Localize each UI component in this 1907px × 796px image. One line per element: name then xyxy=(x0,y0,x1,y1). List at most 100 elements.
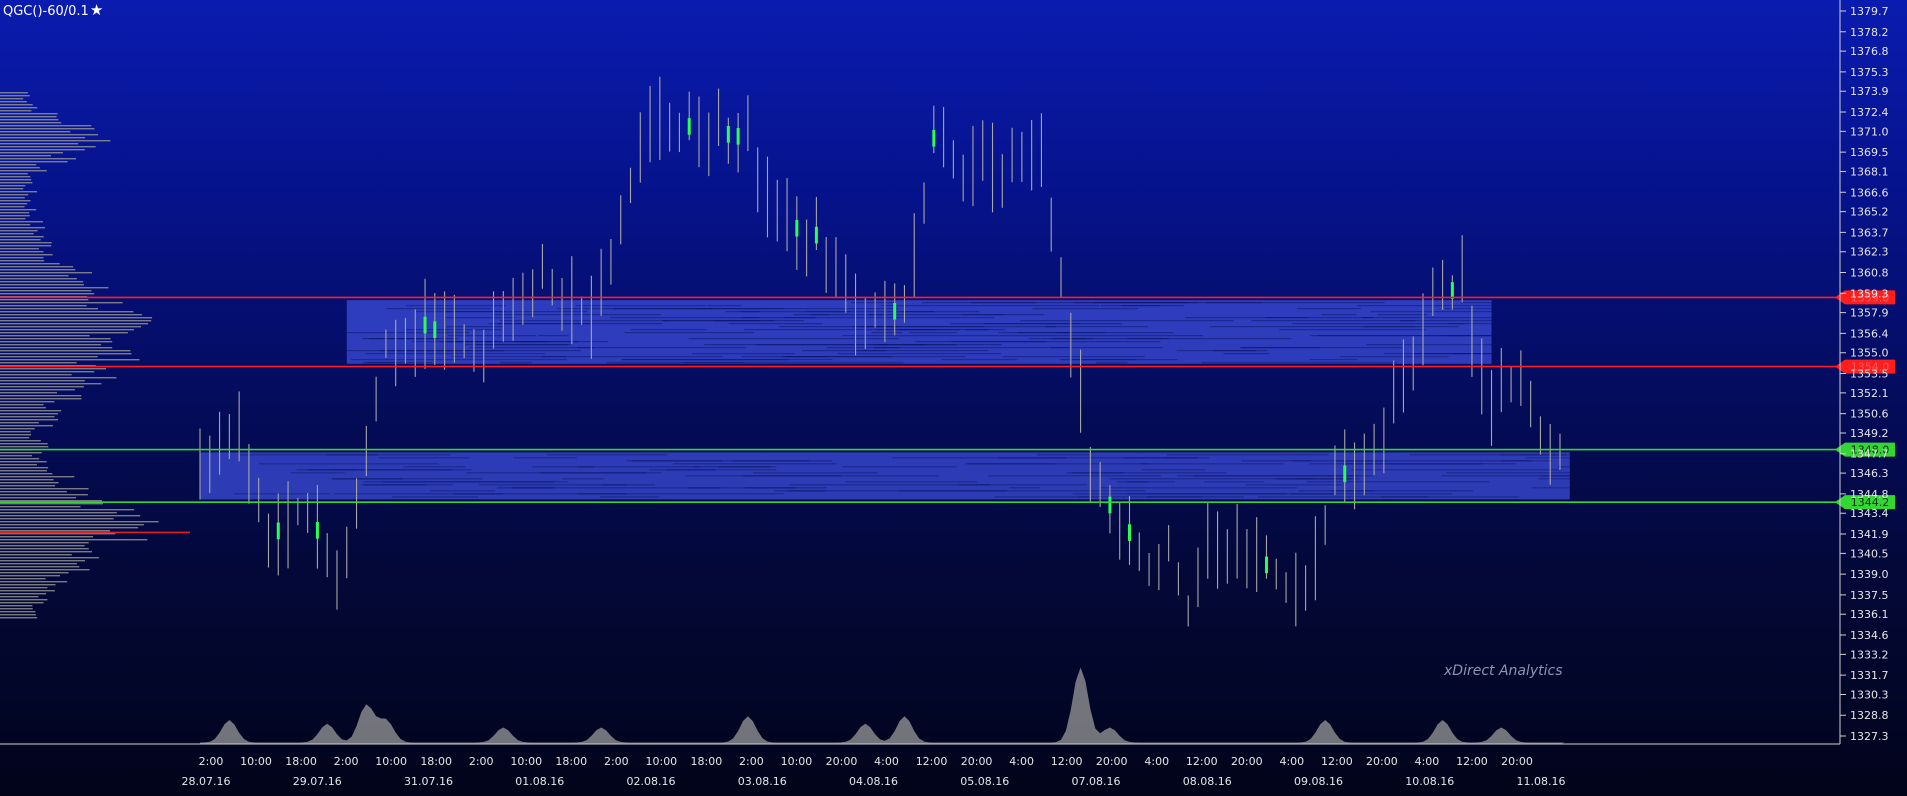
zone-texture xyxy=(837,353,1001,355)
price-chart[interactable]: 1359.01354.01348.01344.2 1379.71378.2137… xyxy=(0,0,1907,796)
zone-texture xyxy=(752,472,879,474)
volume-profile-bar xyxy=(0,110,32,112)
date-axis-label: 05.08.16 xyxy=(960,775,1009,788)
zone-texture xyxy=(1366,344,1492,346)
volume-profile-bar xyxy=(0,401,55,403)
volume-profile-bar xyxy=(0,122,62,124)
zone-texture xyxy=(921,302,1037,304)
time-axis-label: 10:00 xyxy=(240,755,272,768)
volume-profile-bar xyxy=(0,134,98,136)
zone-texture xyxy=(1193,475,1358,477)
zone-texture xyxy=(873,347,1069,349)
zone-texture xyxy=(1002,356,1145,358)
zone-texture xyxy=(898,490,1007,492)
volume-profile-bar xyxy=(0,395,82,397)
zone-texture xyxy=(429,490,496,492)
zone-texture xyxy=(1072,472,1227,474)
price-axis-label: 1363.7 xyxy=(1850,226,1889,239)
volume-profile-bar xyxy=(0,512,117,514)
zone-texture xyxy=(950,323,1081,325)
volume-profile-bar xyxy=(0,227,45,229)
price-axis-label: 1339.0 xyxy=(1850,568,1889,581)
zone-texture xyxy=(941,359,1017,361)
time-axis-label: 2:00 xyxy=(199,755,224,768)
volume-profile-bar xyxy=(0,116,57,118)
zone-texture xyxy=(488,323,593,325)
volume-profile-bar xyxy=(0,410,62,412)
watermark: xDirect Analytics xyxy=(1444,663,1563,679)
volume-profile-bar xyxy=(0,323,148,325)
zone-texture xyxy=(826,347,900,349)
volume-profile-bar xyxy=(0,146,96,148)
volume-profile-bar xyxy=(0,182,33,184)
zone-texture xyxy=(994,496,1089,498)
volume-profile-bar xyxy=(0,572,69,574)
volume-profile-bar xyxy=(0,335,90,337)
volume-profile-bar xyxy=(0,347,113,349)
price-axis-label: 1347.7 xyxy=(1850,448,1889,461)
time-axis-label: 18:00 xyxy=(691,755,723,768)
volume-profile-bar xyxy=(0,542,89,544)
price-axis-label: 1373.9 xyxy=(1850,85,1889,98)
zone-texture xyxy=(1072,359,1178,361)
zone-texture xyxy=(782,356,830,358)
volume-profile-bar xyxy=(0,416,55,418)
zone-texture xyxy=(696,308,899,310)
zone-texture xyxy=(969,463,1056,465)
volume-profile-bar xyxy=(0,179,32,181)
zone-texture xyxy=(452,493,627,495)
zone-texture xyxy=(465,472,646,474)
volume-area xyxy=(0,667,1840,745)
price-bar-highlight xyxy=(726,126,730,143)
volume-profile-bar xyxy=(0,404,44,406)
volume-profile-bar xyxy=(0,371,95,373)
zone-texture xyxy=(1246,484,1343,486)
price-axis-label: 1379.7 xyxy=(1850,5,1889,18)
volume-profile-bar xyxy=(0,446,49,448)
volume-profile-bar xyxy=(0,503,103,505)
volume-profile-bar xyxy=(0,389,75,391)
volume-profile-bar xyxy=(0,617,38,619)
date-axis-label: 28.07.16 xyxy=(182,775,231,788)
volume-profile-bar xyxy=(0,215,30,217)
price-bar-highlight xyxy=(814,226,818,244)
volume-profile-bar xyxy=(0,455,32,457)
zone-texture xyxy=(1176,350,1268,352)
zone-texture xyxy=(854,350,989,352)
volume-profile-bar xyxy=(0,563,77,565)
volume-profile-bar xyxy=(0,482,59,484)
volume-profile-bar xyxy=(0,488,89,490)
volume-profile-bar xyxy=(0,95,30,97)
volume-profile-bar xyxy=(0,419,59,421)
volume-profile-bar xyxy=(0,173,28,175)
zone-texture xyxy=(1206,302,1385,304)
price-bar-highlight xyxy=(433,321,437,338)
time-axis-label: 20:00 xyxy=(1501,755,1533,768)
volume-profile-bar xyxy=(0,230,38,232)
volume-profile xyxy=(0,92,190,619)
volume-profile-bar xyxy=(0,164,37,166)
zone-texture xyxy=(728,323,823,325)
volume-profile-bar xyxy=(0,299,89,301)
zone-texture xyxy=(879,344,957,346)
time-axis-label: 2:00 xyxy=(334,755,359,768)
volume-profile-bar xyxy=(0,140,111,142)
volume-profile-bar xyxy=(0,278,77,280)
volume-profile-bar xyxy=(0,155,51,157)
price-bar-highlight xyxy=(1127,524,1131,541)
zone-texture xyxy=(445,317,516,319)
zone-texture xyxy=(959,484,1087,486)
volume-profile-bar xyxy=(0,593,46,595)
zone-texture xyxy=(362,338,439,340)
price-axis-label: 1375.3 xyxy=(1850,66,1889,79)
zone-texture xyxy=(688,338,900,340)
volume-profile-bar xyxy=(0,461,47,463)
price-axis-label: 1352.1 xyxy=(1850,387,1889,400)
price-axis-label: 1337.5 xyxy=(1850,589,1889,602)
volume-profile-bar xyxy=(0,452,42,454)
zone-texture xyxy=(1201,362,1397,364)
volume-profile-bar xyxy=(0,356,98,358)
zone-texture xyxy=(387,308,491,310)
volume-profile-bar xyxy=(0,485,56,487)
time-axis[interactable]: 2:00 10:00 18:00 2:00 10:00 18:00 2:00 10:00 18:… xyxy=(182,755,1566,788)
